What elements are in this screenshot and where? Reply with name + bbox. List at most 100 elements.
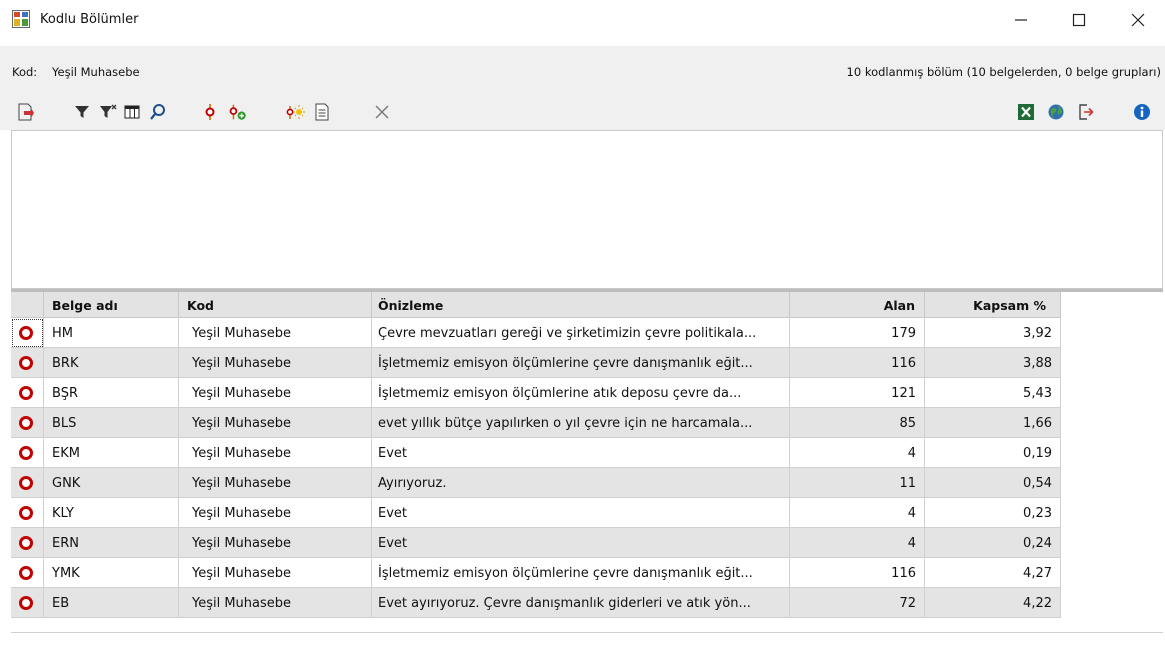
table-row[interactable]: EKM Yeşil Muhasebe Evet 4 0,19 xyxy=(11,438,1061,468)
preview-cell: İşletmemiz emisyon ölçümlerine çevre dan… xyxy=(372,558,790,588)
preview-cell: Evet xyxy=(372,498,790,528)
app-icon xyxy=(12,10,30,28)
minimize-icon xyxy=(1015,19,1027,21)
area-cell: 4 xyxy=(790,438,925,468)
area-cell: 72 xyxy=(790,588,925,618)
preview-cell: İşletmemiz emisyon ölçümlerine çevre dan… xyxy=(372,348,790,378)
area-cell: 179 xyxy=(790,318,925,348)
table-row[interactable]: HM Yeşil Muhasebe Çevre mevzuatları gere… xyxy=(11,318,1061,348)
title-bar: Kodlu Bölümler xyxy=(0,0,1165,40)
code-cell: Yeşil Muhasebe xyxy=(179,378,372,408)
document-cell: BRK xyxy=(44,348,179,378)
web-icon xyxy=(1048,104,1064,120)
search-button[interactable] xyxy=(148,102,168,122)
table-row[interactable]: KLY Yeşil Muhasebe Evet 4 0,23 xyxy=(11,498,1061,528)
exit-button[interactable] xyxy=(1076,102,1096,122)
code-cell: Yeşil Muhasebe xyxy=(179,408,372,438)
segment-marker-icon xyxy=(19,326,33,340)
area-cell: 116 xyxy=(790,558,925,588)
export-icon xyxy=(18,103,34,121)
minimize-button[interactable] xyxy=(998,0,1044,40)
table-row[interactable]: BRK Yeşil Muhasebe İşletmemiz emisyon öl… xyxy=(11,348,1061,378)
row-marker-cell xyxy=(11,528,44,558)
clear-filter-icon xyxy=(100,104,117,118)
preview-cell: Evet ayırıyoruz. Çevre danışmanlık gider… xyxy=(372,588,790,618)
code-button[interactable] xyxy=(200,102,220,122)
area-cell: 4 xyxy=(790,528,925,558)
document-cell: ERN xyxy=(44,528,179,558)
row-marker-cell xyxy=(11,588,44,618)
area-cell: 11 xyxy=(790,468,925,498)
info-button[interactable] xyxy=(1132,102,1152,122)
segment-marker-icon xyxy=(19,356,33,370)
code-icon xyxy=(205,104,215,120)
code-label: Kod: xyxy=(12,65,38,79)
area-cell: 85 xyxy=(790,408,925,438)
table-row[interactable]: GNK Yeşil Muhasebe Ayırıyoruz. 11 0,54 xyxy=(11,468,1061,498)
row-marker-cell xyxy=(11,318,44,348)
segment-marker-icon xyxy=(19,386,33,400)
table-row[interactable]: BŞR Yeşil Muhasebe İşletmemiz emisyon öl… xyxy=(11,378,1061,408)
maximize-button[interactable] xyxy=(1056,0,1102,40)
filter-icon xyxy=(75,106,89,118)
table-row[interactable]: ERN Yeşil Muhasebe Evet 4 0,24 xyxy=(11,528,1061,558)
code-cell: Yeşil Muhasebe xyxy=(179,348,372,378)
columns-button[interactable] xyxy=(122,102,142,122)
header-area[interactable]: Alan xyxy=(790,292,925,318)
table-row[interactable]: BLS Yeşil Muhasebe evet yıllık bütçe yap… xyxy=(11,408,1061,438)
segment-marker-icon xyxy=(19,506,33,520)
segment-marker-icon xyxy=(19,416,33,430)
header-document-name[interactable]: Belge adı xyxy=(44,292,179,318)
segment-preview-pane[interactable] xyxy=(11,130,1163,289)
preview-cell: Evet xyxy=(372,438,790,468)
table-row[interactable]: EB Yeşil Muhasebe Evet ayırıyoruz. Çevre… xyxy=(11,588,1061,618)
coverage-cell: 0,19 xyxy=(925,438,1061,468)
header-coverage[interactable]: Kapsam % xyxy=(925,292,1061,318)
info-icon xyxy=(1134,104,1150,120)
clear-filter-button[interactable] xyxy=(98,102,118,122)
window-title: Kodlu Bölümler xyxy=(40,12,139,27)
coded-segments-table: Belge adı Kod Önizleme Alan Kapsam % HM … xyxy=(11,292,1163,632)
coverage-cell: 0,54 xyxy=(925,468,1061,498)
document-cell: BŞR xyxy=(44,378,179,408)
coverage-cell: 3,92 xyxy=(925,318,1061,348)
table-row[interactable]: YMK Yeşil Muhasebe İşletmemiz emisyon öl… xyxy=(11,558,1061,588)
excel-icon xyxy=(1018,104,1034,120)
area-cell: 121 xyxy=(790,378,925,408)
preview-cell: Ayırıyoruz. xyxy=(372,468,790,498)
exit-icon xyxy=(1079,104,1094,120)
add-code-button[interactable] xyxy=(228,102,248,122)
header-marker[interactable] xyxy=(11,292,44,318)
segment-marker-icon xyxy=(19,566,33,580)
filter-button[interactable] xyxy=(72,102,92,122)
export-button[interactable] xyxy=(16,102,36,122)
document-button[interactable] xyxy=(312,102,332,122)
web-export-button[interactable] xyxy=(1046,102,1066,122)
close-window-button[interactable] xyxy=(1115,0,1161,40)
highlight-button[interactable] xyxy=(286,102,306,122)
row-marker-cell xyxy=(11,378,44,408)
document-icon xyxy=(315,103,329,121)
add-code-icon xyxy=(229,104,246,120)
preview-cell: evet yıllık bütçe yapılırken o yıl çevre… xyxy=(372,408,790,438)
document-cell: HM xyxy=(44,318,179,348)
code-cell: Yeşil Muhasebe xyxy=(179,558,372,588)
table-bottom-border xyxy=(11,632,1163,633)
row-marker-cell xyxy=(11,408,44,438)
clear-button[interactable] xyxy=(372,102,392,122)
coverage-cell: 4,27 xyxy=(925,558,1061,588)
code-cell: Yeşil Muhasebe xyxy=(179,318,372,348)
toolbar xyxy=(0,94,1165,130)
preview-cell: İşletmemiz emisyon ölçümlerine atık depo… xyxy=(372,378,790,408)
info-bar: Kod: Yeşil Muhasebe 10 kodlanmış bölüm (… xyxy=(0,46,1165,94)
area-cell: 4 xyxy=(790,498,925,528)
document-cell: YMK xyxy=(44,558,179,588)
header-code[interactable]: Kod xyxy=(179,292,372,318)
search-icon xyxy=(150,104,165,120)
coverage-cell: 0,24 xyxy=(925,528,1061,558)
close-icon xyxy=(375,105,389,119)
area-cell: 116 xyxy=(790,348,925,378)
excel-export-button[interactable] xyxy=(1016,102,1036,122)
segment-marker-icon xyxy=(19,476,33,490)
header-preview[interactable]: Önizleme xyxy=(372,292,790,318)
